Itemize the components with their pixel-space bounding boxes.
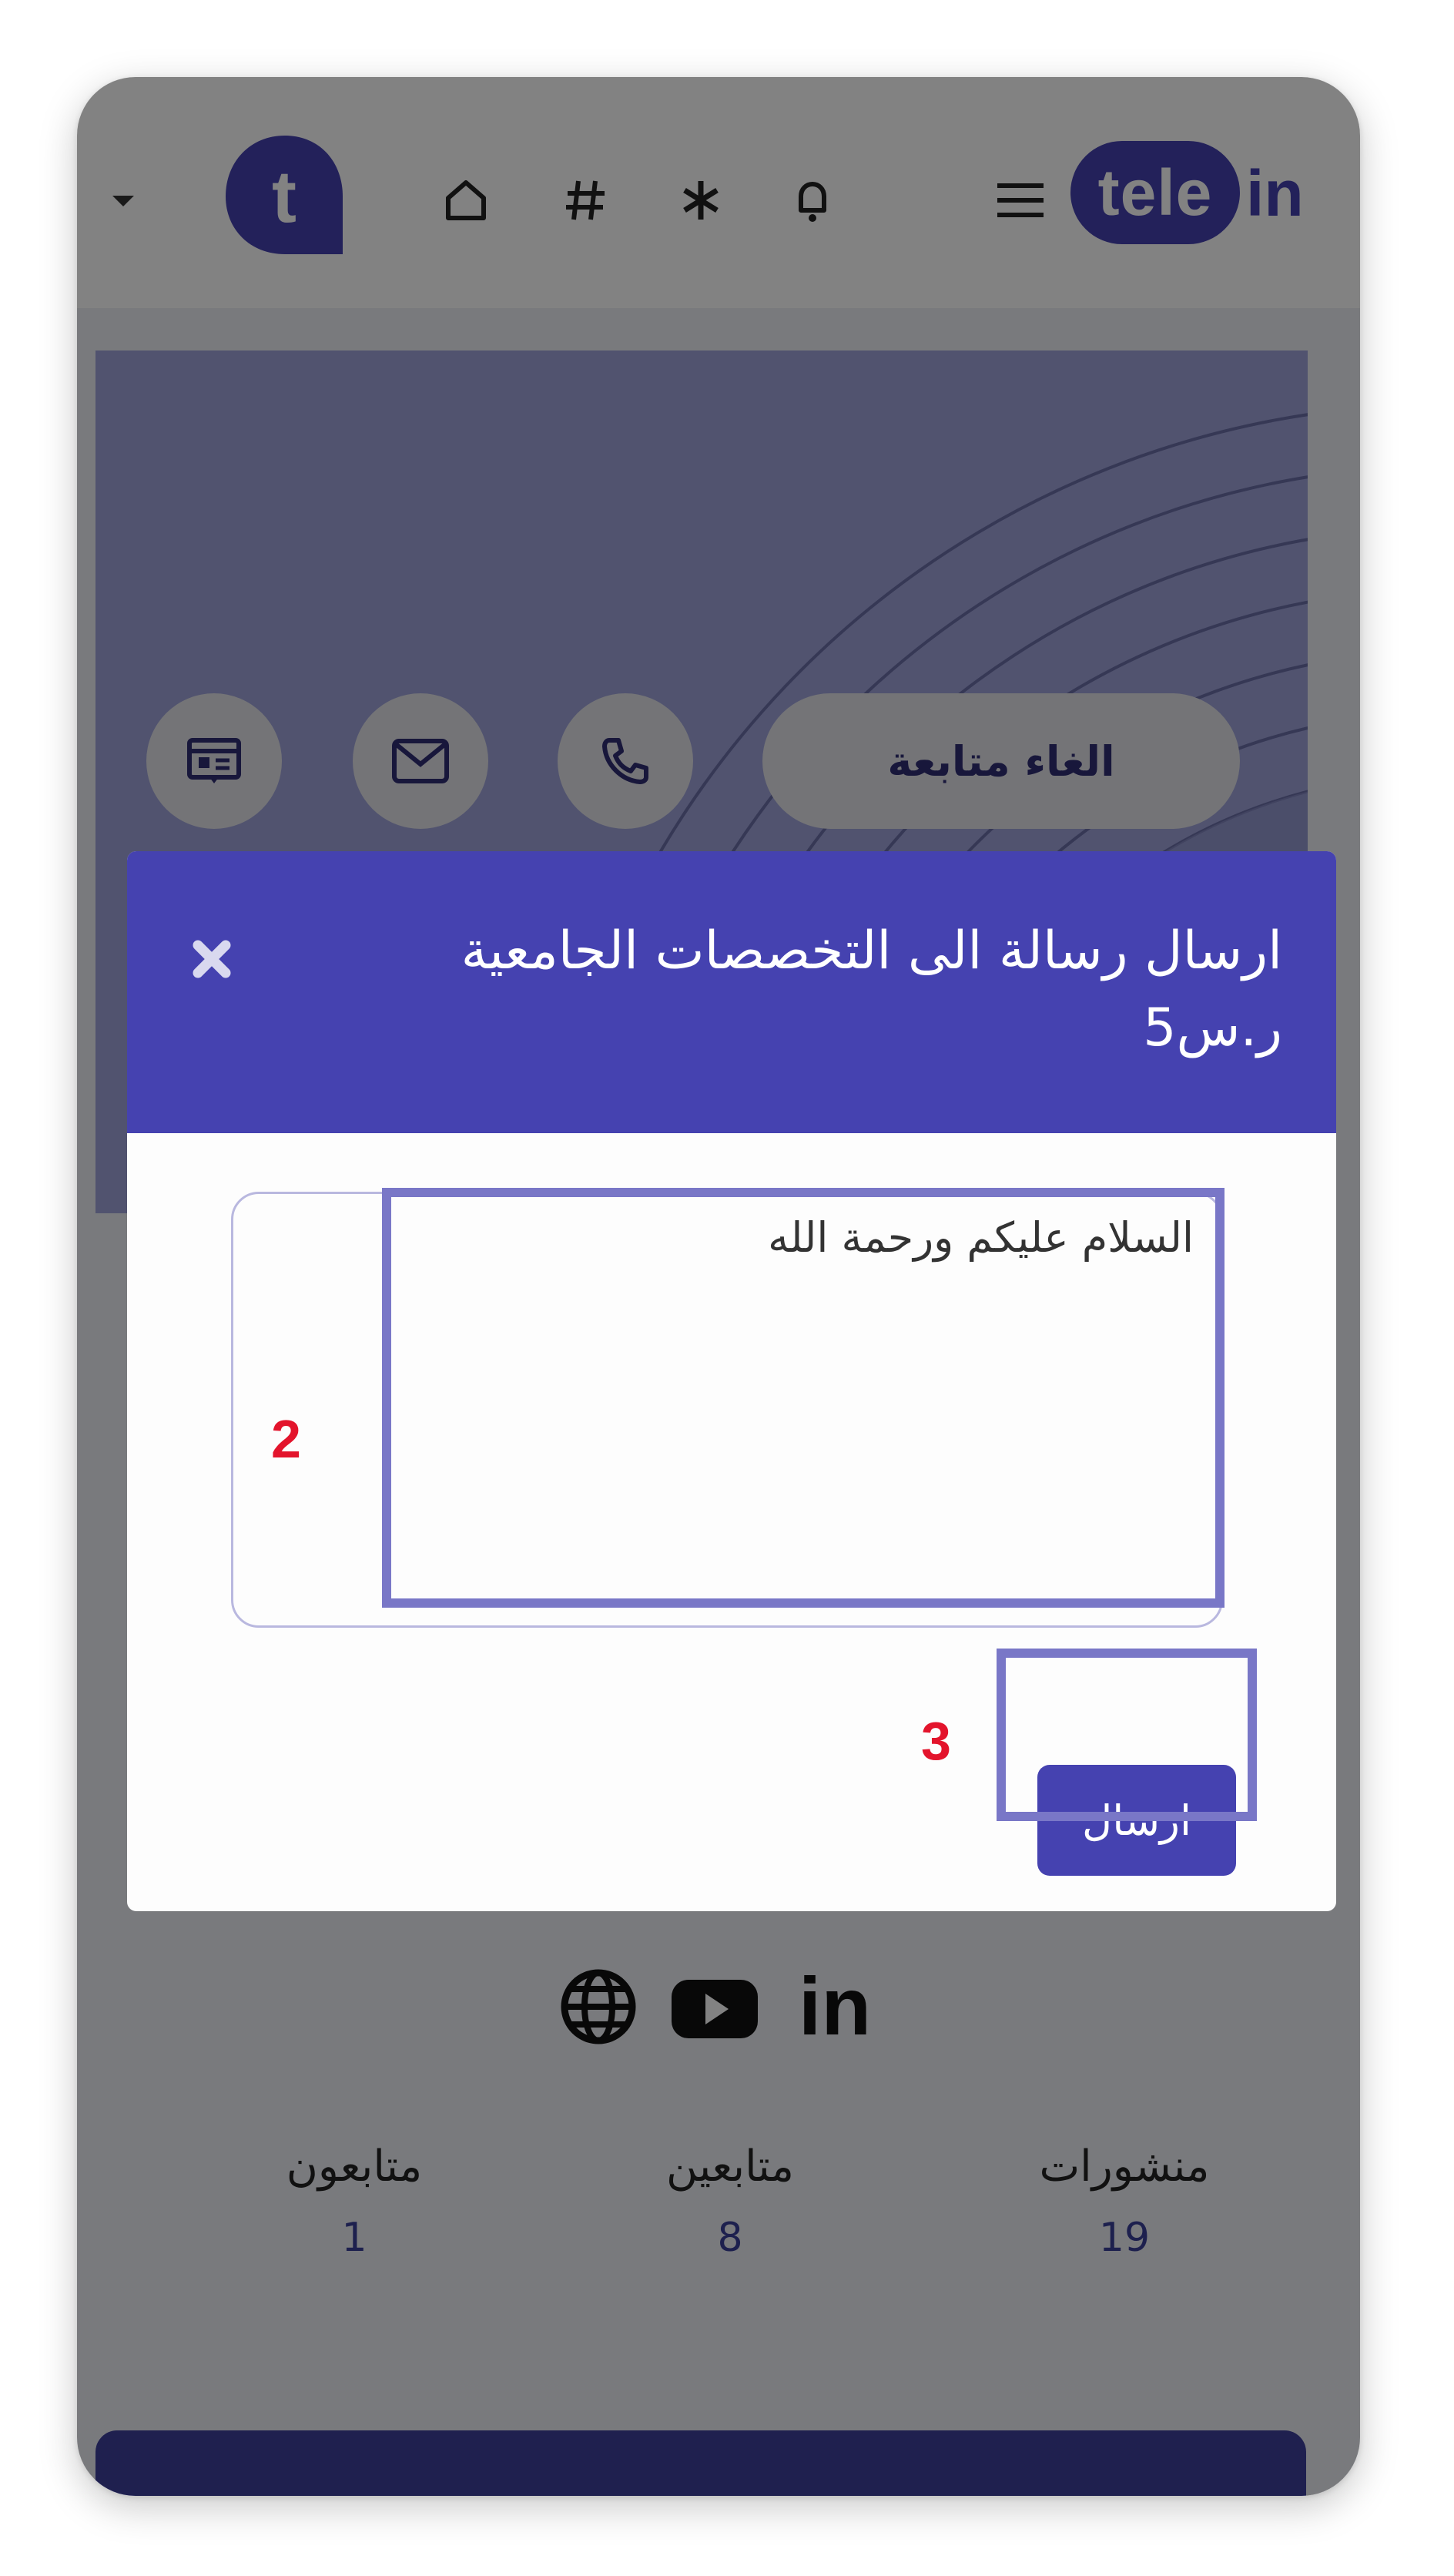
close-icon[interactable] — [185, 932, 239, 986]
step-number-2: 2 — [271, 1409, 301, 1469]
textarea-highlight — [382, 1188, 1225, 1608]
send-button-highlight — [997, 1649, 1257, 1821]
modal-title-line1: ارسال رسالة الى التخصصات الجامعية — [461, 921, 1282, 981]
modal-title: ارسال رسالة الى التخصصات الجامعية ر.س5 — [320, 913, 1282, 1067]
modal-header: ارسال رسالة الى التخصصات الجامعية ر.س5 — [127, 851, 1336, 1133]
modal-title-line2: ر.س5 — [1143, 998, 1282, 1058]
step-number-3: 3 — [921, 1711, 951, 1771]
